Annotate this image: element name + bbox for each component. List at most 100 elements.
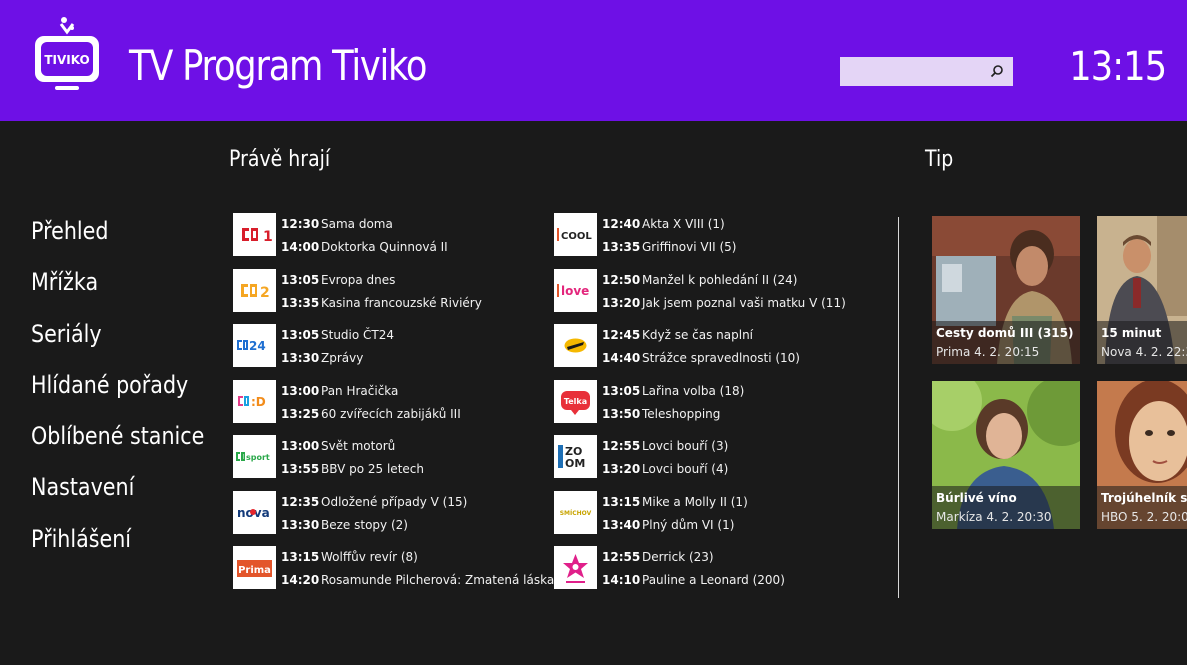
prima-star-logo-icon: [554, 546, 597, 589]
program-time: 13:30: [281, 351, 320, 365]
now-playing-title: Právě hrají: [229, 147, 331, 172]
channel-row-prima-star[interactable]: 12:55 Derrick (23) 14:10 Pauline a Leonard…: [554, 546, 884, 591]
tip-meta: Prima 4. 2. 20:15: [936, 345, 1040, 359]
channel-row-smichov[interactable]: SMÍCHOV 13:15 Mike a Molly II (1) 13:40 Pl…: [554, 491, 884, 536]
program-title: Studio ČT24: [321, 328, 395, 342]
program-title: Pauline a Leonard (200): [642, 573, 785, 587]
tiviko-logo-icon[interactable]: TIVIKO: [33, 16, 101, 98]
program-title: Griffinovi VII (5): [642, 240, 737, 254]
channel-row-ctd[interactable]: :D 13:00 Pan Hračička 13:25 60 zvířecích z…: [233, 380, 553, 425]
program-now: 12:30 Sama doma: [281, 215, 393, 233]
program-title: Plný dům VI (1): [642, 518, 735, 532]
channel-row-prima[interactable]: Prima 13:15 Wolffův revír (8) 14:20 Rosamu…: [233, 546, 555, 591]
svg-text:love: love: [561, 284, 589, 298]
program-title: Svět motorů: [321, 439, 396, 453]
program-title: Odložené případy V (15): [321, 495, 468, 509]
section-divider: [898, 217, 899, 598]
program-time: 13:05: [281, 273, 320, 287]
tip-meta: HBO 5. 2. 20:00: [1101, 510, 1187, 524]
channel-row-telka[interactable]: Telka 13:05 Lařina volba (18) 13:50 Telesh…: [554, 380, 884, 425]
program-time: 12:45: [602, 328, 641, 342]
program-next: 13:35 Kasina francouzské Riviéry: [281, 294, 482, 312]
program-title: Jak jsem poznal vaši matku V (11): [642, 296, 846, 310]
svg-text:sport: sport: [246, 453, 270, 462]
program-next: 14:00 Doktorka Quinnová II: [281, 238, 448, 256]
tip-title: Cesty domů III (315): [936, 326, 1074, 340]
program-time: 14:40: [602, 351, 641, 365]
program-now: 12:40 Akta X VIII (1): [602, 215, 725, 233]
smichov-logo-icon: SMÍCHOV: [554, 491, 597, 534]
tip-section-title: Tip: [925, 147, 954, 172]
channel-row-ctsport[interactable]: sport 13:00 Svět motorů 13:55 BBV po 25 le…: [233, 435, 553, 480]
program-now: 12:55 Derrick (23): [602, 548, 714, 566]
program-next: 13:55 BBV po 25 letech: [281, 460, 424, 478]
channel-row-ct2[interactable]: 2 13:05 Evropa dnes 13:35 Kasina francouzs…: [233, 269, 553, 314]
program-next: 13:20 Jak jsem poznal vaši matku V (11): [602, 294, 846, 312]
sidebar-item-prehled[interactable]: Přehled: [31, 216, 108, 246]
program-next: 13:40 Plný dům VI (1): [602, 516, 734, 534]
sidebar-item-nastaveni[interactable]: Nastavení: [31, 472, 134, 502]
tip-meta: Nova 4. 2. 22:30: [1101, 345, 1187, 359]
search-input[interactable]: [840, 57, 1013, 86]
program-next: 13:20 Lovci bouří (4): [602, 460, 728, 478]
program-title: Derrick (23): [642, 550, 714, 564]
sidebar-item-oblibene-stanice[interactable]: Oblíbené stanice: [31, 421, 204, 451]
program-time: 13:15: [602, 495, 641, 509]
program-now: 13:05 Studio ČT24: [281, 326, 394, 344]
program-title: Zprávy: [321, 351, 364, 365]
program-now: 13:00 Pan Hračička: [281, 382, 398, 400]
svg-text:2: 2: [260, 285, 270, 301]
program-next: 13:30 Beze stopy (2): [281, 516, 408, 534]
tip-caption: Cesty domů III (315) Prima 4. 2. 20:15: [932, 321, 1080, 364]
channel-row-primalove[interactable]: love 12:50 Manžel k pohledání II (24) 13:…: [554, 269, 884, 314]
tip-meta: Markíza 4. 2. 20:30: [936, 510, 1052, 524]
svg-text:COOL: COOL: [561, 231, 592, 242]
sidebar-item-prihlaseni[interactable]: Přihlášení: [31, 524, 131, 554]
program-title: Lovci bouří (4): [642, 462, 729, 476]
program-time: 13:55: [281, 462, 320, 476]
tip-title: Búrlivé víno: [936, 491, 1017, 505]
svg-text:Telka: Telka: [564, 397, 587, 406]
channel-row-primacool[interactable]: COOL 12:40 Akta X VIII (1) 13:35 Griffinov…: [554, 213, 884, 258]
program-time: 13:40: [602, 518, 641, 532]
program-next: 13:50 Teleshopping: [602, 405, 720, 423]
tip-card-burlive-vino[interactable]: Búrlivé víno Markíza 4. 2. 20:30: [932, 381, 1080, 529]
program-title: Evropa dnes: [321, 273, 396, 287]
program-title: Manžel k pohledání II (24): [642, 273, 798, 287]
channel-row-ct24[interactable]: 24 13:05 Studio ČT24 13:30 Zprávy: [233, 324, 553, 369]
program-title: Sama doma: [321, 217, 393, 231]
sidebar-item-serialy[interactable]: Seriály: [31, 319, 102, 349]
program-title: Teleshopping: [642, 407, 721, 421]
program-time: 13:05: [602, 384, 641, 398]
channel-row-primazoom[interactable]: ZO OM 12:55 Lovci bouří (3) 13:20 Lovci bo…: [554, 435, 884, 480]
program-next: 13:25 60 zvířecích zabijáků III: [281, 405, 461, 423]
program-next: 13:35 Griffinovi VII (5): [602, 238, 736, 256]
channel-row-ct1[interactable]: 1 12:30 Sama doma 14:00 Doktorka Quinnová …: [233, 213, 553, 258]
program-title: Mike a Molly II (1): [642, 495, 748, 509]
tip-title: Trojúhelník smr: [1101, 491, 1187, 505]
program-next: 13:30 Zprávy: [281, 349, 363, 367]
tip-card-15-minut[interactable]: 15 minut Nova 4. 2. 22:30: [1097, 216, 1187, 364]
program-time: 14:00: [281, 240, 320, 254]
search-icon[interactable]: [990, 64, 1004, 78]
tip-card-cesty-domu[interactable]: Cesty domů III (315) Prima 4. 2. 20:15: [932, 216, 1080, 364]
channel-row-nova-action[interactable]: 12:45 Když se čas naplní 14:40 Strážce spr…: [554, 324, 884, 369]
tip-card-trojuhelnik[interactable]: Trojúhelník smr HBO 5. 2. 20:00: [1097, 381, 1187, 529]
program-next: 14:40 Strážce spravedlnosti (10): [602, 349, 800, 367]
program-now: 13:15 Wolffův revír (8): [281, 548, 418, 566]
channel-row-nova[interactable]: nova 12:35Odložené případy V (15) 13:30B…: [233, 491, 553, 536]
program-time: 13:35: [602, 240, 641, 254]
tip-caption: 15 minut Nova 4. 2. 22:30: [1097, 321, 1187, 364]
sidebar-item-mrizka[interactable]: Mřížka: [31, 267, 98, 297]
program-title: Beze stopy (2): [321, 518, 408, 532]
program-time: 13:20: [602, 462, 641, 476]
program-time: 13:05: [281, 328, 320, 342]
program-time: 12:30: [281, 217, 320, 231]
program-now: 12:35 Odložené případy V (15): [281, 493, 467, 511]
logo-text: TIVIKO: [44, 53, 89, 67]
sidebar-item-hlidane-porady[interactable]: Hlídané pořady: [31, 370, 188, 400]
prima-logo-icon: Prima: [233, 546, 276, 589]
svg-text:OM: OM: [565, 457, 585, 470]
program-time: 12:50: [602, 273, 641, 287]
program-title: Rosamunde Pilcherová: Zmatená láska: [321, 573, 555, 587]
